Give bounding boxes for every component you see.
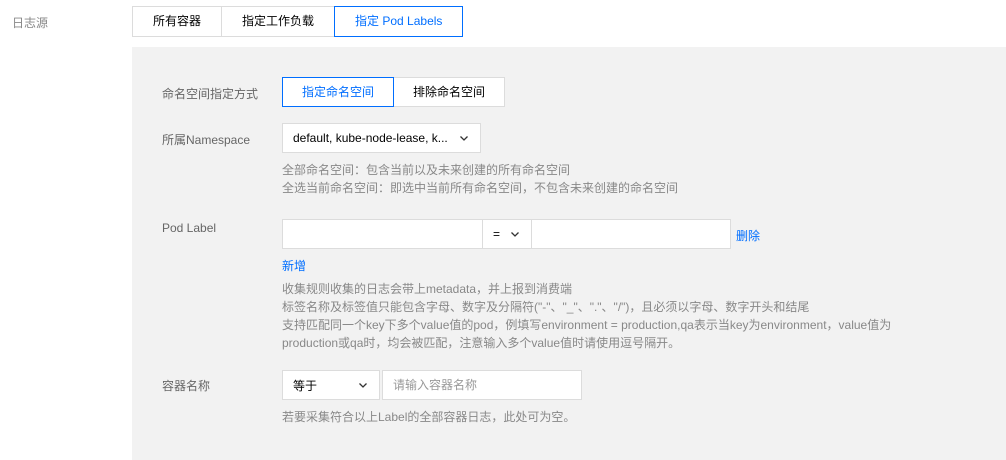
tab-specified-workload[interactable]: 指定工作负载 [221, 6, 336, 37]
namespace-label: 所属Namespace [162, 133, 251, 147]
container-name-label: 容器名称 [162, 379, 211, 393]
namespace-select[interactable]: default, kube-node-lease, k... [282, 123, 481, 153]
container-name-placeholder: 请输入容器名称 [393, 378, 478, 392]
chevron-down-icon [357, 379, 369, 391]
container-name-operator-value: 等于 [293, 378, 318, 393]
tab-all-containers[interactable]: 所有容器 [132, 6, 223, 37]
pod-label-operator-select[interactable]: = [482, 219, 532, 249]
namespace-help: 全部命名空间：包含当前以及未来创建的所有命名空间 全选当前命名空间：即选中当前所… [282, 161, 678, 197]
container-name-help: 若要采集符合以上Label的全部容器日志，此处可为空。 [282, 410, 576, 424]
container-name-operator-select[interactable]: 等于 [282, 370, 380, 400]
pod-label-key-input[interactable] [282, 219, 483, 249]
pod-label-help: 收集规则收集的日志会带上metadata，并上报到消费端 标签名称及标签值只能包… [282, 280, 891, 352]
pod-label-help-line: 标签名称及标签值只能包含字母、数字及分隔符("-"、"_"、"."、"/")，且… [282, 300, 810, 314]
pod-label-label: Pod Label [162, 221, 217, 235]
namespace-help-line: 全选当前命名空间：即选中当前所有命名空间，不包含未来创建的命名空间 [282, 181, 679, 195]
pod-label-help-line: 支持匹配同一个key下多个value值的pod，例填写environment =… [282, 318, 892, 332]
tab-pod-labels[interactable]: 指定 Pod Labels [334, 6, 464, 37]
namespace-help-line: 全部命名空间：包含当前以及未来创建的所有命名空间 [282, 163, 571, 177]
pod-label-help-line: 收集规则收集的日志会带上metadata，并上报到消费端 [282, 282, 573, 296]
pod-label-value-input[interactable] [531, 219, 731, 249]
namespace-select-value: default, kube-node-lease, k... [293, 131, 448, 145]
log-source-tabs: 所有容器 指定工作负载 指定 Pod Labels [132, 6, 464, 37]
exclude-namespace-button[interactable]: 排除命名空间 [393, 77, 506, 107]
chevron-down-icon [509, 228, 521, 240]
namespace-mode-switch: 指定命名空间 排除命名空间 [282, 77, 506, 107]
namespace-mode-label: 命名空间指定方式 [162, 87, 259, 101]
pod-label-config-panel: 命名空间指定方式 指定命名空间 排除命名空间 所属Namespace defau… [132, 47, 1006, 460]
chevron-down-icon [458, 132, 470, 144]
container-name-input[interactable]: 请输入容器名称 [382, 370, 582, 400]
pod-label-operator-value: = [493, 227, 501, 241]
delete-label-link[interactable]: 删除 [736, 227, 760, 244]
specify-namespace-button[interactable]: 指定命名空间 [282, 77, 395, 107]
log-source-label: 日志源 [12, 16, 49, 30]
add-label-link[interactable]: 新增 [282, 257, 306, 274]
pod-label-help-line: production或qa时，均会被匹配，注意输入多个value值时请使用逗号隔… [282, 336, 681, 350]
